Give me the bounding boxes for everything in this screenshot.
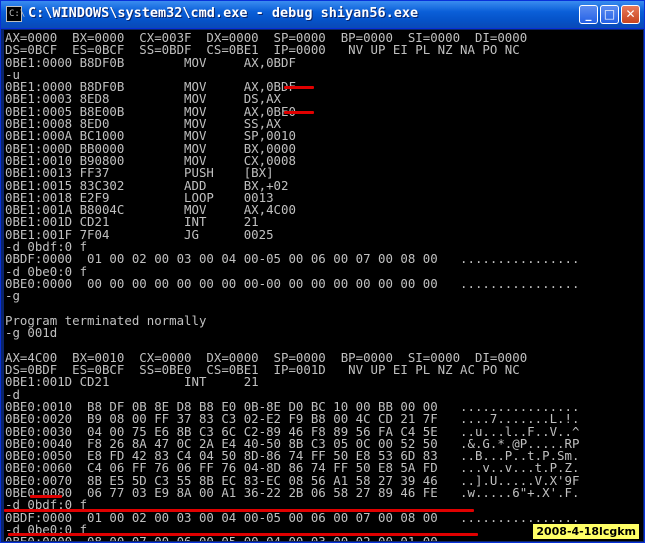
console-line: 0BDF:0000 01 00 02 00 03 00 04 00-05 00 … — [5, 509, 580, 525]
annotation-underline-0bdf — [284, 86, 314, 89]
console-line: 0BE0:0080 06 77 03 E9 8A 00 A1 36-22 2B … — [5, 484, 580, 500]
terminal-output[interactable]: AX=0000 BX=0000 CX=003F DX=0000 SP=0000 … — [4, 30, 643, 541]
console-text: AX=0000 BX=0000 CX=003F DX=0000 SP=0000 … — [5, 31, 580, 541]
cmd-icon[interactable]: C:\ — [6, 6, 25, 22]
minimize-button[interactable]: _ — [579, 5, 598, 24]
annotation-underline-0bdf-dump — [4, 509, 474, 512]
window-title: C:\WINDOWS\system32\cmd.exe - debug shiy… — [28, 5, 419, 21]
console-line: Program terminated normally — [5, 312, 207, 328]
console-line: 0BE1:0000 B8DF0B MOV AX,0BDF — [5, 54, 296, 70]
console-window: C:\ C:\WINDOWS\system32\cmd.exe - debug … — [0, 0, 645, 543]
console-line: 0BE1:001D CD21 INT 21 — [5, 374, 259, 390]
date-stamp: 2008-4-18lcgkm — [533, 524, 639, 539]
annotation-underline-0be0 — [284, 111, 314, 114]
console-line: -g 001d — [5, 325, 58, 341]
console-line: 0BE0:0000 00 00 00 00 00 00 00 00-00 00 … — [5, 275, 580, 291]
annotation-underline-d-0bdf — [30, 495, 62, 498]
close-button[interactable]: ✕ — [621, 5, 640, 24]
console-line: -g — [5, 288, 20, 304]
annotation-underline-0be0-dump — [8, 533, 478, 536]
console-line: 0BE1:001F 7F04 JG 0025 — [5, 226, 274, 242]
console-line: 0BE0:0000 08 00 07 00 06 00 05 00-04 00 … — [5, 535, 579, 541]
maximize-button[interactable]: □ — [600, 5, 619, 24]
title-bar[interactable]: C:\ C:\WINDOWS\system32\cmd.exe - debug … — [1, 1, 644, 29]
console-line: 0BDF:0000 01 00 02 00 03 00 04 00-05 00 … — [5, 251, 580, 267]
